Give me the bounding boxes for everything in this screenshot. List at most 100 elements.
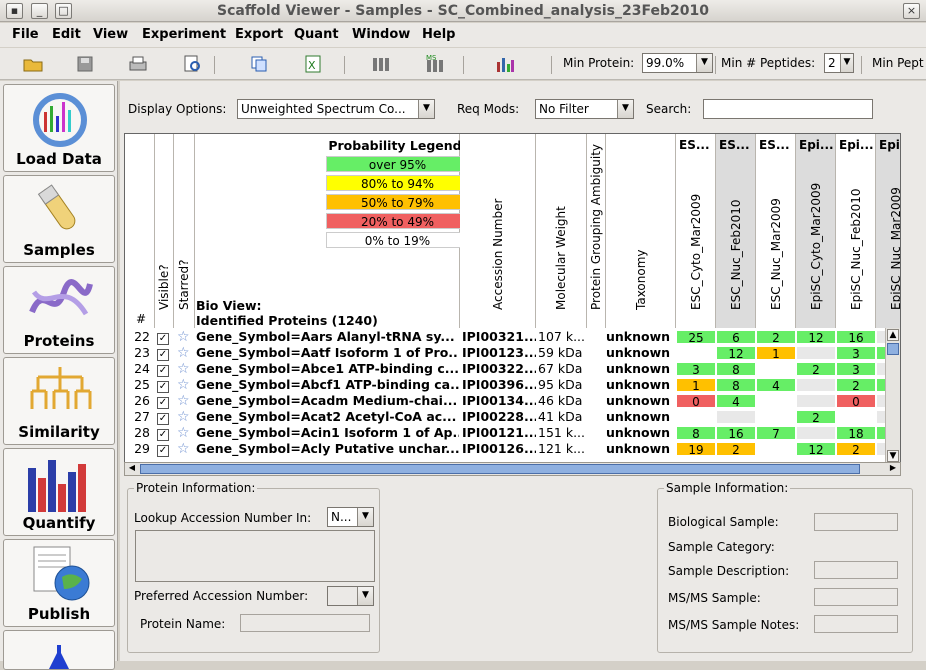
sample-count-cell[interactable]: 1 bbox=[676, 378, 716, 393]
min-peptides-select[interactable]: 2 ▼ bbox=[824, 53, 854, 73]
sample-count-cell[interactable] bbox=[756, 394, 796, 408]
table-row[interactable]: 27 ✓ ☆ Gene_Symbol=Acat2 Acetyl-CoA ac... IP… bbox=[125, 409, 900, 425]
scroll-up-icon[interactable]: ▲ bbox=[887, 329, 899, 341]
menu-quant[interactable]: Quant bbox=[294, 27, 339, 42]
menu-help[interactable]: Help bbox=[422, 27, 455, 42]
sample-count-cell[interactable] bbox=[756, 442, 796, 456]
vertical-scrollbar[interactable]: ▲ ▼ bbox=[885, 328, 900, 462]
display-options-select[interactable]: Unweighted Spectrum Co... ▼ bbox=[237, 99, 435, 119]
sample-count-cell[interactable]: 3 bbox=[836, 362, 876, 377]
col-header-sample[interactable]: ES... ESC_Cyto_Mar2009 bbox=[676, 134, 716, 328]
bar-chart-icon[interactable] bbox=[494, 54, 516, 74]
save-icon[interactable] bbox=[74, 54, 96, 74]
sample-count-cell[interactable]: 6 bbox=[716, 330, 756, 345]
table-row[interactable]: 29 ✓ ☆ Gene_Symbol=Acly Putative unchar... I… bbox=[125, 441, 900, 457]
sample-count-cell[interactable]: 12 bbox=[796, 330, 836, 345]
sample-count-cell[interactable]: 2 bbox=[796, 410, 836, 425]
sample-count-cell[interactable]: 8 bbox=[676, 426, 716, 441]
sample-count-cell[interactable]: 3 bbox=[676, 362, 716, 377]
nav-similarity[interactable]: Similarity bbox=[3, 357, 115, 445]
sample-count-cell[interactable]: 1 bbox=[756, 346, 796, 361]
scroll-thumb[interactable] bbox=[887, 343, 899, 355]
sample-count-cell[interactable] bbox=[756, 410, 796, 424]
sample-count-cell[interactable]: 4 bbox=[716, 394, 756, 409]
col-header-accession[interactable]: Accession Number bbox=[460, 134, 536, 328]
excel-export-icon[interactable]: X bbox=[302, 54, 324, 74]
sample-count-cell[interactable]: 2 bbox=[716, 442, 756, 457]
print-preview-icon[interactable] bbox=[181, 54, 203, 74]
visible-checkbox[interactable]: ✓ bbox=[157, 377, 173, 393]
nav-proteins[interactable]: Proteins bbox=[3, 266, 115, 354]
ms-columns-icon[interactable]: MS bbox=[424, 54, 446, 74]
table-row[interactable]: 23 ✓ ☆ Gene_Symbol=Aatf Isoform 1 of Pro...… bbox=[125, 345, 900, 361]
sample-count-cell[interactable]: 4 bbox=[756, 378, 796, 393]
sample-count-cell[interactable]: 0 bbox=[836, 394, 876, 409]
table-row[interactable]: 28 ✓ ☆ Gene_Symbol=Acin1 Isoform 1 of Ap...… bbox=[125, 425, 900, 441]
sample-count-cell[interactable]: 8 bbox=[716, 362, 756, 377]
col-header-number[interactable]: # bbox=[125, 134, 155, 328]
sample-count-cell[interactable] bbox=[676, 346, 716, 360]
visible-checkbox[interactable]: ✓ bbox=[157, 425, 173, 441]
star-icon[interactable]: ☆ bbox=[177, 409, 193, 425]
nav-more[interactable] bbox=[3, 630, 115, 670]
horizontal-scrollbar[interactable]: ◀ ▶ bbox=[124, 462, 901, 476]
sample-count-cell[interactable] bbox=[796, 394, 836, 408]
star-icon[interactable]: ☆ bbox=[177, 345, 193, 361]
col-header-mw[interactable]: Molecular Weight bbox=[536, 134, 587, 328]
protein-name-field[interactable] bbox=[240, 614, 370, 632]
sample-count-cell[interactable]: 3 bbox=[836, 346, 876, 361]
sample-count-cell[interactable]: 8 bbox=[716, 378, 756, 393]
lookup-results-list[interactable] bbox=[135, 530, 375, 582]
menu-file[interactable]: File bbox=[12, 27, 39, 42]
sample-count-cell[interactable] bbox=[796, 378, 836, 392]
lookup-accession-select[interactable]: N... ▼ bbox=[327, 507, 374, 527]
sample-count-cell[interactable]: 2 bbox=[756, 330, 796, 345]
close-button[interactable]: × bbox=[903, 3, 920, 19]
col-header-sample[interactable]: Epi... EpiSC_Cyto_Mar2009 bbox=[796, 134, 836, 328]
col-header-sample[interactable]: ES... ESC_Nuc_Mar2009 bbox=[756, 134, 796, 328]
menu-experiment[interactable]: Experiment bbox=[142, 27, 226, 42]
msms-sample-notes-field[interactable] bbox=[814, 615, 898, 633]
sample-count-cell[interactable]: 25 bbox=[676, 330, 716, 345]
biological-sample-field[interactable] bbox=[814, 513, 898, 531]
sample-count-cell[interactable]: 2 bbox=[796, 362, 836, 377]
star-icon[interactable]: ☆ bbox=[177, 377, 193, 393]
copy-icon[interactable] bbox=[248, 54, 270, 74]
sample-count-cell[interactable] bbox=[796, 346, 836, 360]
req-mods-select[interactable]: No Filter ▼ bbox=[535, 99, 634, 119]
sample-count-cell[interactable]: 18 bbox=[836, 426, 876, 441]
sample-count-cell[interactable]: 7 bbox=[756, 426, 796, 441]
sample-count-cell[interactable]: 12 bbox=[716, 346, 756, 361]
visible-checkbox[interactable]: ✓ bbox=[157, 393, 173, 409]
min-protein-select[interactable]: 99.0% ▼ bbox=[642, 53, 713, 73]
scroll-down-icon[interactable]: ▼ bbox=[887, 450, 899, 462]
menu-view[interactable]: View bbox=[93, 27, 128, 42]
col-header-visible[interactable]: Visible? bbox=[155, 134, 174, 328]
visible-checkbox[interactable]: ✓ bbox=[157, 361, 173, 377]
sample-count-cell[interactable] bbox=[756, 362, 796, 376]
sample-count-cell[interactable]: 16 bbox=[716, 426, 756, 441]
menu-export[interactable]: Export bbox=[235, 27, 283, 42]
col-header-sample[interactable]: Epi... EpiSC_Nuc_Feb2010 bbox=[836, 134, 876, 328]
table-row[interactable]: 25 ✓ ☆ Gene_Symbol=Abcf1 ATP-binding ca... I… bbox=[125, 377, 900, 393]
nav-quantify[interactable]: Quantify bbox=[3, 448, 115, 536]
scroll-left-icon[interactable]: ◀ bbox=[126, 463, 138, 475]
menu-edit[interactable]: Edit bbox=[52, 27, 81, 42]
sample-count-cell[interactable]: 16 bbox=[836, 330, 876, 345]
visible-checkbox[interactable]: ✓ bbox=[157, 345, 173, 361]
nav-publish[interactable]: Publish bbox=[3, 539, 115, 627]
msms-sample-field[interactable] bbox=[814, 588, 898, 606]
scroll-right-icon[interactable]: ▶ bbox=[887, 463, 899, 475]
sample-count-cell[interactable] bbox=[796, 426, 836, 440]
star-icon[interactable]: ☆ bbox=[177, 393, 193, 409]
h-scroll-thumb[interactable] bbox=[140, 464, 860, 474]
table-row[interactable]: 26 ✓ ☆ Gene_Symbol=Acadm Medium-chai... IPI0… bbox=[125, 393, 900, 409]
sample-count-cell[interactable] bbox=[836, 410, 876, 424]
table-row[interactable]: 22 ✓ ☆ Gene_Symbol=Aars Alanyl-tRNA sy... IP… bbox=[125, 329, 900, 345]
preferred-accession-select[interactable]: ▼ bbox=[327, 586, 374, 606]
visible-checkbox[interactable]: ✓ bbox=[157, 441, 173, 457]
star-icon[interactable]: ☆ bbox=[177, 361, 193, 377]
search-input[interactable] bbox=[703, 99, 873, 119]
sample-count-cell[interactable]: 2 bbox=[836, 442, 876, 457]
open-folder-icon[interactable] bbox=[22, 54, 44, 74]
